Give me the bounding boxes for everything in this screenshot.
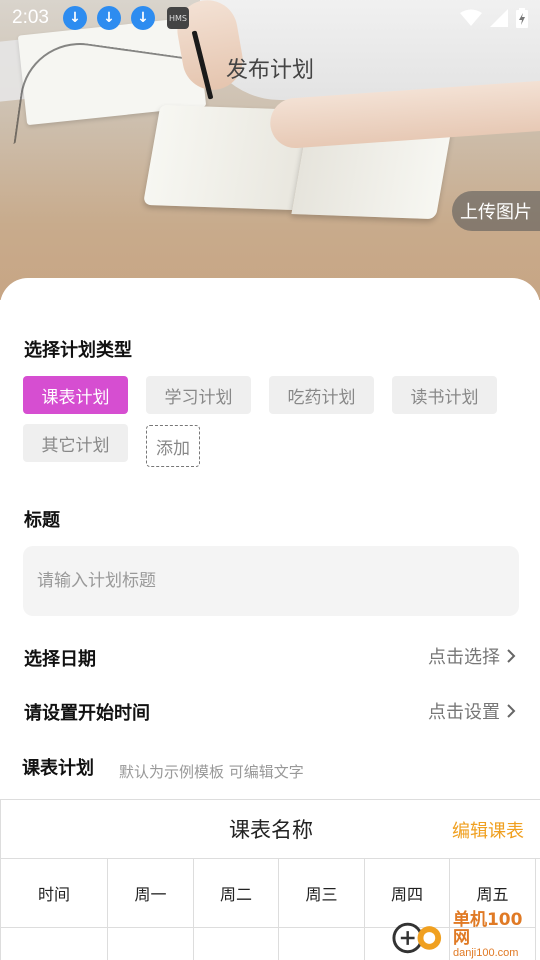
add-plan-type-button[interactable]: 添加 [146,425,200,467]
plan-type-option-study[interactable]: 学习计划 [146,376,251,414]
watermark-text: 单机100网 danji100.com [453,912,538,959]
battery-icon [516,8,528,28]
signal-icon [490,9,508,27]
hms-icon: HMS [166,7,189,29]
plan-type-option-schedule[interactable]: 课表计划 [23,376,128,414]
watermark-en: danji100.com [452,947,519,960]
wifi-icon [460,9,482,26]
download-icon: ↓ [130,6,155,30]
chevron-right-icon [507,649,516,663]
schedule-table-header: 课表名称 编辑课表 [0,800,540,859]
watermark: 单机100网 danji100.com [390,912,538,960]
column-header-mon[interactable]: 周一 [108,859,194,928]
schedule-cell[interactable] [279,928,365,960]
title-input[interactable] [23,546,519,616]
schedule-hint: 默认为示例模板 可编辑文字 [119,763,304,781]
plan-type-option-other[interactable]: 其它计划 [23,424,128,462]
start-time-label: 请设置开始时间 [24,703,150,724]
chevron-right-icon [507,704,516,718]
select-date-button[interactable]: 点击选择 [428,643,516,669]
watermark-logo-icon [392,922,442,954]
header-photo[interactable] [0,0,540,300]
set-start-time-button[interactable]: 点击设置 [428,698,516,724]
set-start-time-text: 点击设置 [428,702,500,723]
column-header-wed[interactable]: 周三 [279,859,365,928]
column-header-time[interactable]: 时间 [0,859,108,928]
schedule-label: 课表计划 [22,758,94,779]
plan-type-option-medicine[interactable]: 吃药计划 [269,376,374,414]
date-label: 选择日期 [24,649,96,670]
plan-type-option-reading[interactable]: 读书计划 [392,376,497,414]
form-card: 选择计划类型 课表计划 学习计划 吃药计划 读书计划 其它计划 添加 标题 选择… [0,278,540,960]
status-time: 2:03 [12,7,49,28]
download-icon: ↓ [96,6,121,30]
page-title: 发布计划 [225,58,314,83]
plan-type-label: 选择计划类型 [24,340,132,361]
status-right [460,8,528,28]
title-label: 标题 [24,510,60,531]
watermark-cn: 单机100网 [452,910,523,949]
upload-image-button[interactable]: 上传图片 [452,191,540,231]
edit-schedule-button[interactable]: 编辑课表 [452,817,524,843]
schedule-cell[interactable] [0,928,108,960]
column-header-tue[interactable]: 周二 [194,859,279,928]
status-bar: 2:03 ↓ ↓ ↓ HMS [0,0,540,36]
download-icon: ↓ [62,6,87,30]
schedule-cell[interactable] [194,928,279,960]
schedule-cell[interactable] [108,928,194,960]
select-date-text: 点击选择 [428,647,500,668]
